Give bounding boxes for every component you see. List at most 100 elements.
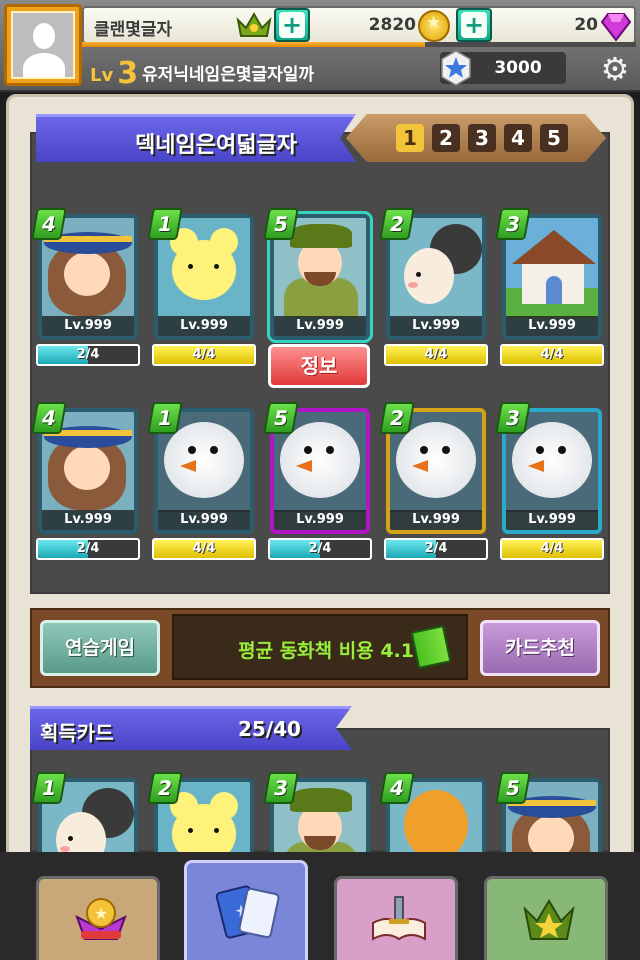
cost-badge: 1 <box>147 208 183 240</box>
top-bar: 클랜몇글자 + 2820 + 20 Lv3 유저닉네임은몇글자일까 3000 ⚙ <box>0 0 640 92</box>
practice-game-button[interactable]: 연습게임 <box>40 620 160 676</box>
acquired-card[interactable]: 2 <box>147 772 254 904</box>
deck-card[interactable]: Lv.999 4 2/4 <box>31 402 140 560</box>
player-nickname: 유저닉네임은몇글자일까 <box>142 65 315 85</box>
progress-label: 4/4 <box>192 347 216 362</box>
card-level: Lv.999 <box>274 316 366 336</box>
card-level: Lv.999 <box>274 510 366 530</box>
deck-card[interactable]: Lv.999 2 2/4 <box>379 402 488 560</box>
progress-label: 4/4 <box>540 347 564 362</box>
nav-tab-ranking[interactable] <box>484 876 608 960</box>
storybook-icon <box>372 896 426 941</box>
card-level: Lv.999 <box>42 510 134 530</box>
cost-badge: 5 <box>495 772 531 804</box>
crown-icon <box>236 11 272 37</box>
progress-label: 4/4 <box>424 347 448 362</box>
card-upgrade-progress: 2/4 <box>36 344 140 366</box>
gear-icon[interactable]: ⚙ <box>598 52 632 86</box>
progress-label: 2/4 <box>76 347 100 362</box>
cost-badge: 3 <box>263 772 299 804</box>
deck-card[interactable]: Lv.999 2 4/4 <box>379 208 488 366</box>
xp-bar-fill <box>82 42 426 47</box>
acquired-title: 획득카드 <box>40 721 114 745</box>
acquired-card[interactable]: 5 <box>495 772 602 904</box>
deck-card[interactable]: Lv.999 5 2/4 <box>263 402 372 560</box>
cost-badge: 3 <box>495 208 531 240</box>
cost-badge: 3 <box>495 402 531 434</box>
progress-label: 4/4 <box>192 541 216 556</box>
cost-badge: 5 <box>263 402 299 434</box>
card-level: Lv.999 <box>158 316 250 336</box>
card-recommend-button[interactable]: 카드추천 <box>480 620 600 676</box>
cost-badge: 2 <box>147 772 183 804</box>
deck-tab-5[interactable]: 5 <box>540 124 568 152</box>
player-level: Lv 3 <box>90 54 139 91</box>
deck-tab-4[interactable]: 4 <box>504 124 532 152</box>
nav-tab-storybook[interactable] <box>334 876 458 960</box>
svg-text:★: ★ <box>94 904 108 923</box>
acquired-card[interactable]: 1 <box>31 772 138 904</box>
add-clan-button[interactable]: + <box>274 8 310 42</box>
card-level: Lv.999 <box>506 510 598 530</box>
profile-avatar[interactable] <box>4 4 82 86</box>
deck-card[interactable]: Lv.999 1 4/4 <box>147 402 256 560</box>
gold-amount: 2820 <box>368 15 416 35</box>
progress-label: 2/4 <box>424 541 448 556</box>
currency-bar: 클랜몇글자 + 2820 + 20 <box>82 6 636 44</box>
avatar-placeholder-icon <box>11 11 75 79</box>
gem-amount: 20 <box>574 15 598 35</box>
plus-icon: + <box>279 12 305 38</box>
card-upgrade-progress: 2/4 <box>36 538 140 560</box>
rank-points-box[interactable]: 3000 <box>440 50 566 86</box>
progress-label: 4/4 <box>540 541 564 556</box>
deck-card[interactable]: Lv.999 1 4/4 <box>147 208 256 366</box>
deck-tabs: 1 2 3 4 5 <box>346 114 606 162</box>
card-info-button[interactable]: 정보 <box>268 344 370 388</box>
card-upgrade-progress: 4/4 <box>384 344 488 366</box>
cost-badge: 1 <box>147 402 183 434</box>
rank-star-icon <box>441 50 471 86</box>
coin-icon <box>418 10 450 42</box>
nav-tab-shop[interactable]: ★ <box>36 876 160 960</box>
cards-icon: ★ <box>215 885 280 939</box>
cost-badge: 5 <box>263 208 299 240</box>
level-number: 3 <box>117 56 139 91</box>
deck-tab-3[interactable]: 3 <box>468 124 496 152</box>
cost-badge: 4 <box>31 208 67 240</box>
deck-card[interactable]: Lv.999 3 4/4 <box>495 208 604 366</box>
shop-coin-icon: ★ <box>75 898 127 940</box>
bottom-nav: ★ ★ <box>0 852 640 960</box>
progress-label: 2/4 <box>76 541 100 556</box>
nav-tab-cards[interactable]: ★ <box>184 860 308 960</box>
add-gold-button[interactable]: + <box>456 8 492 42</box>
cost-badge: 4 <box>379 772 415 804</box>
card-upgrade-progress: 4/4 <box>500 538 604 560</box>
acquired-card[interactable]: 4 <box>379 772 486 904</box>
card-upgrade-progress: 2/4 <box>268 538 372 560</box>
cost-badge: 2 <box>379 402 415 434</box>
crown-star-icon <box>523 899 575 940</box>
card-upgrade-progress: 4/4 <box>152 344 256 366</box>
cost-badge: 4 <box>31 402 67 434</box>
card-upgrade-progress: 2/4 <box>384 538 488 560</box>
acquired-card[interactable]: 3 <box>263 772 370 904</box>
card-level: Lv.999 <box>390 316 482 336</box>
deck-card[interactable]: Lv.999 3 4/4 <box>495 402 604 560</box>
card-level: Lv.999 <box>42 316 134 336</box>
plus-icon: + <box>461 12 487 38</box>
card-upgrade-progress: 4/4 <box>500 344 604 366</box>
deck-title: 덱네임은여덟글자 <box>135 133 297 158</box>
average-cost-label: 평균 동화책 비용 4.1 <box>238 640 414 662</box>
deck-card-selected[interactable]: Lv.999 5 <box>263 208 370 344</box>
deck-card[interactable]: Lv.999 4 2/4 <box>31 208 140 366</box>
average-cost-panel: 평균 동화책 비용 4.1 <box>172 614 468 680</box>
card-level: Lv.999 <box>158 510 250 530</box>
clan-name[interactable]: 클랜몇글자 <box>94 15 172 40</box>
deck-name-banner[interactable]: 덱네임은여덟글자 <box>36 114 356 162</box>
deck-tab-2[interactable]: 2 <box>432 124 460 152</box>
cost-badge: 1 <box>31 772 67 804</box>
deck-tab-1[interactable]: 1 <box>396 124 424 152</box>
card-level: Lv.999 <box>390 510 482 530</box>
level-label: Lv <box>90 65 114 86</box>
cost-badge: 2 <box>379 208 415 240</box>
